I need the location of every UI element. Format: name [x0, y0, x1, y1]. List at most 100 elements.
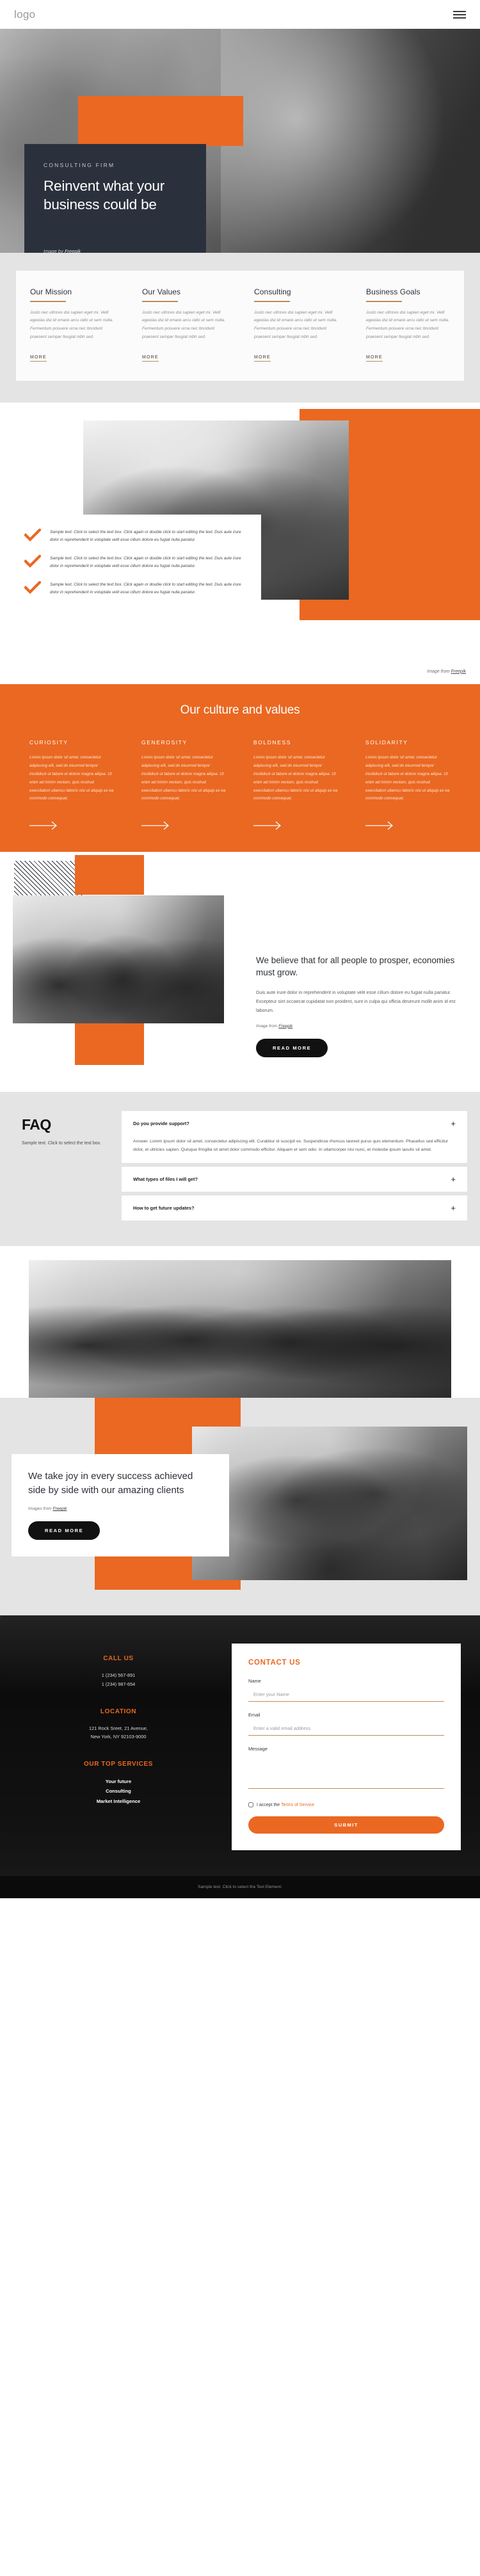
faq-item[interactable]: What types of files I will get? +: [122, 1167, 467, 1192]
joy-heading: We take joy in every success achieved si…: [28, 1471, 193, 1496]
read-more-button[interactable]: READ MORE: [256, 1038, 328, 1057]
feature-card: Our Values Justo nec ultrices dui sapien…: [128, 287, 240, 362]
footer-services-heading: OUR TOP SERVICES: [84, 1760, 153, 1768]
footer-service-item[interactable]: Consulting: [13, 1786, 224, 1796]
believe-body: Duis aute irure dolor in reprehenderit i…: [256, 989, 456, 1013]
feature-card: Consulting Justo nec ultrices dui sapien…: [240, 287, 352, 362]
submit-button[interactable]: SUBMIT: [248, 1816, 444, 1834]
credit-prefix: Images from: [28, 1506, 53, 1511]
burger-line: [453, 13, 466, 15]
team-image: [29, 1260, 451, 1398]
feature-body: Justo nec ultrices dui sapien eget mi. V…: [142, 310, 225, 340]
culture-column-title: BOLDNESS: [253, 739, 292, 746]
checklist-card: Sample text. Click to select the text bo…: [12, 514, 261, 612]
footer-location-heading: LOCATION: [100, 1708, 137, 1715]
terms-of-service-link[interactable]: Terms of Service: [281, 1803, 314, 1807]
logo[interactable]: logo: [14, 8, 35, 21]
faq-heading: FAQ: [22, 1116, 51, 1133]
hamburger-menu-icon[interactable]: [453, 10, 466, 19]
faq-question: What types of files I will get?: [133, 1176, 198, 1183]
plus-icon[interactable]: +: [451, 1204, 456, 1212]
credit-prefix: Image from: [256, 1023, 279, 1028]
arrow-right-icon[interactable]: [141, 821, 171, 830]
footer-service-item[interactable]: Market Intelligence: [13, 1796, 224, 1807]
arrow-right-icon[interactable]: [365, 821, 395, 830]
name-field-group: Name: [248, 1678, 444, 1702]
culture-column-body: Lorem ipsum dolor sit amet, consectetur …: [253, 755, 338, 801]
accept-prefix: I accept the: [257, 1802, 282, 1807]
email-input[interactable]: [248, 1724, 444, 1736]
email-label: Email: [248, 1712, 260, 1718]
faq-subtext: Sample text. Click to select the text bo…: [22, 1141, 102, 1146]
footer-phone[interactable]: 1 (234) 987-654: [13, 1680, 224, 1689]
believe-image-credit: Image from Freepik: [256, 1024, 461, 1028]
arrow-right-icon[interactable]: [29, 821, 59, 830]
culture-columns: CURIOSITY Lorem ipsum dolor sit amet, co…: [16, 739, 464, 830]
footer-phone[interactable]: 1 (234) 567-891: [13, 1671, 224, 1680]
feature-rule: [142, 301, 178, 302]
faq-item[interactable]: How to get future updates? +: [122, 1196, 467, 1221]
checklist-item: Sample text. Click to select the text bo…: [24, 554, 246, 571]
believe-text-block: We believe that for all people to prospe…: [256, 954, 461, 1057]
culture-column-body: Lorem ipsum dolor sit amet, consectetur …: [365, 755, 450, 801]
culture-column: CURIOSITY Lorem ipsum dolor sit amet, co…: [16, 739, 128, 830]
footer-section: CALL US 1 (234) 567-891 1 (234) 987-654 …: [0, 1615, 480, 1899]
burger-line: [453, 10, 466, 12]
checklist-image-credit: Image from Freepik: [427, 669, 466, 674]
checklist-item: Sample text. Click to select the text bo…: [24, 580, 246, 597]
feature-more-link[interactable]: MORE: [254, 355, 271, 362]
feature-rule: [30, 301, 66, 302]
faq-list: Do you provide support? + Answer. Lorem …: [122, 1111, 467, 1224]
feature-rule: [366, 301, 402, 302]
feature-more-link[interactable]: MORE: [366, 355, 383, 362]
footer-address-line: 121 Rock Sreet, 21 Avenue,: [89, 1725, 148, 1731]
site-header: logo: [0, 0, 480, 29]
faq-section: FAQ Sample text. Click to select the tex…: [0, 1092, 480, 1247]
plus-icon[interactable]: +: [451, 1119, 456, 1128]
burger-line: [453, 17, 466, 19]
feature-title: Our Values: [142, 287, 181, 296]
checklist-section: Sample text. Click to select the text bo…: [0, 402, 480, 684]
believe-heading: We believe that for all people to prospe…: [256, 956, 455, 978]
name-input[interactable]: [248, 1690, 444, 1702]
footer-service-item[interactable]: Your future: [13, 1777, 224, 1787]
credit-link[interactable]: Freepik: [52, 1507, 67, 1511]
faq-question-row[interactable]: Do you provide support? +: [133, 1119, 456, 1128]
credit-link[interactable]: Freepik: [65, 248, 81, 253]
page-root: logo CONSULTING FIRM Reinvent what your …: [0, 0, 480, 1899]
footer-address-line: New York, NY 92103-9000: [90, 1734, 147, 1740]
faq-item[interactable]: Do you provide support? + Answer. Lorem …: [122, 1111, 467, 1164]
checklist-text: Sample text. Click to select the text bo…: [50, 529, 241, 543]
message-textarea[interactable]: [248, 1756, 444, 1789]
culture-column-title: GENEROSITY: [141, 739, 188, 746]
footer-call-block: CALL US 1 (234) 567-891 1 (234) 987-654: [13, 1655, 224, 1688]
culture-column: GENEROSITY Lorem ipsum dolor sit amet, c…: [128, 739, 240, 830]
feature-more-link[interactable]: MORE: [30, 355, 47, 362]
footer-call-heading: CALL US: [103, 1655, 134, 1663]
feature-title: Consulting: [254, 287, 291, 296]
features-section: Our Mission Justo nec ultrices dui sapie…: [0, 253, 480, 403]
accept-terms-text: I accept the Terms of Service: [257, 1803, 314, 1807]
faq-question-row[interactable]: How to get future updates? +: [133, 1204, 456, 1212]
credit-link[interactable]: Freepik: [278, 1024, 292, 1028]
credit-link[interactable]: Freepik: [451, 669, 466, 674]
faq-question: Do you provide support?: [133, 1121, 189, 1127]
faq-inner: FAQ Sample text. Click to select the tex…: [13, 1111, 467, 1224]
check-icon: [24, 580, 41, 594]
faq-question-row[interactable]: What types of files I will get? +: [133, 1175, 456, 1183]
plus-icon[interactable]: +: [451, 1175, 456, 1183]
check-icon: [24, 554, 41, 568]
accept-terms-checkbox[interactable]: [248, 1802, 253, 1808]
email-field-group: Email: [248, 1712, 444, 1736]
hero-text-card: CONSULTING FIRM Reinvent what your busin…: [24, 144, 206, 253]
team-photo-section: [0, 1246, 480, 1398]
culture-column-title: CURIOSITY: [29, 739, 68, 746]
joy-card: We take joy in every success achieved si…: [12, 1454, 229, 1556]
arrow-right-icon[interactable]: [253, 821, 283, 830]
checklist-text: Sample text. Click to select the text bo…: [50, 582, 241, 595]
accept-terms-row: I accept the Terms of Service: [248, 1802, 444, 1808]
feature-more-link[interactable]: MORE: [142, 355, 159, 362]
feature-rule: [254, 301, 290, 302]
read-more-button[interactable]: READ MORE: [28, 1521, 100, 1540]
credit-prefix: Image from: [427, 669, 451, 674]
